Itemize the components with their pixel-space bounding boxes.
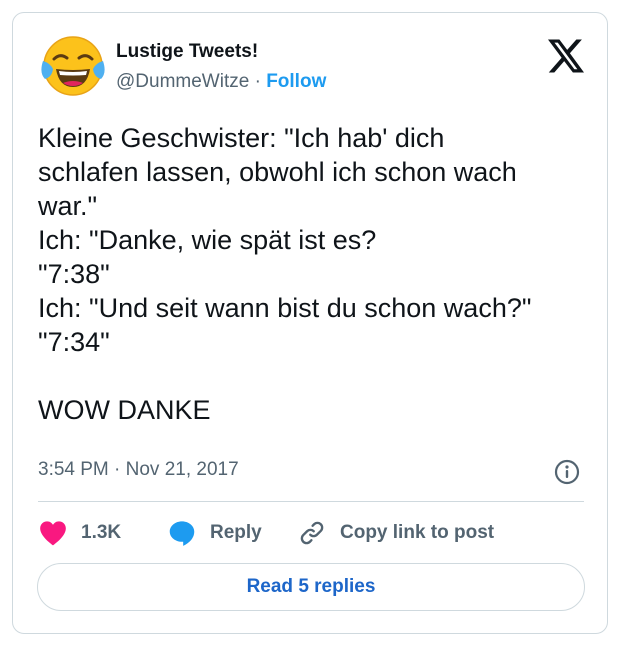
tweet-card: Lustige Tweets! @DummeWitze · Follow Kle… xyxy=(12,12,608,634)
read-replies-button[interactable]: Read 5 replies xyxy=(37,563,585,611)
tweet-line: schlafen lassen, obwohl ich schon wach xyxy=(38,157,517,187)
tweet-line: "7:38" xyxy=(38,259,110,289)
tweet-line: war." xyxy=(38,191,98,221)
tweet-line: Ich: "Und seit wann bist du schon wach?" xyxy=(38,293,532,323)
speech-bubble-icon xyxy=(169,521,195,546)
author-display-name[interactable]: Lustige Tweets! xyxy=(116,41,258,63)
like-button[interactable]: 1.3K xyxy=(39,517,121,549)
follow-button[interactable]: Follow xyxy=(266,71,326,92)
reply-label: Reply xyxy=(210,522,262,543)
separator-dot: · xyxy=(254,71,261,92)
avatar-emoji-icon[interactable] xyxy=(40,33,106,99)
author-handle-line: @DummeWitze · Follow xyxy=(116,71,326,93)
tweet-text: Kleine Geschwister: "Ich hab' dich schla… xyxy=(38,121,598,427)
like-count: 1.3K xyxy=(81,522,122,543)
tweet-line: Kleine Geschwister: "Ich hab' dich xyxy=(38,123,445,153)
tweet-line: "7:34" xyxy=(38,327,110,357)
author-handle[interactable]: @DummeWitze xyxy=(116,71,249,92)
tweet-line: WOW DANKE xyxy=(38,395,211,425)
link-icon xyxy=(300,521,324,545)
tweet-line xyxy=(38,359,598,393)
tweet-line: Ich: "Danke, wie spät ist es? xyxy=(38,225,377,255)
x-logo-icon[interactable] xyxy=(548,39,584,73)
copy-link-label: Copy link to post xyxy=(340,522,495,543)
heart-icon xyxy=(40,521,66,546)
reply-button[interactable]: Reply xyxy=(168,517,262,549)
copy-link-button[interactable]: Copy link to post xyxy=(298,517,494,549)
tweet-timestamp[interactable]: 3:54 PM · Nov 21, 2017 xyxy=(38,459,239,481)
info-icon[interactable] xyxy=(554,459,580,485)
divider xyxy=(38,501,584,502)
